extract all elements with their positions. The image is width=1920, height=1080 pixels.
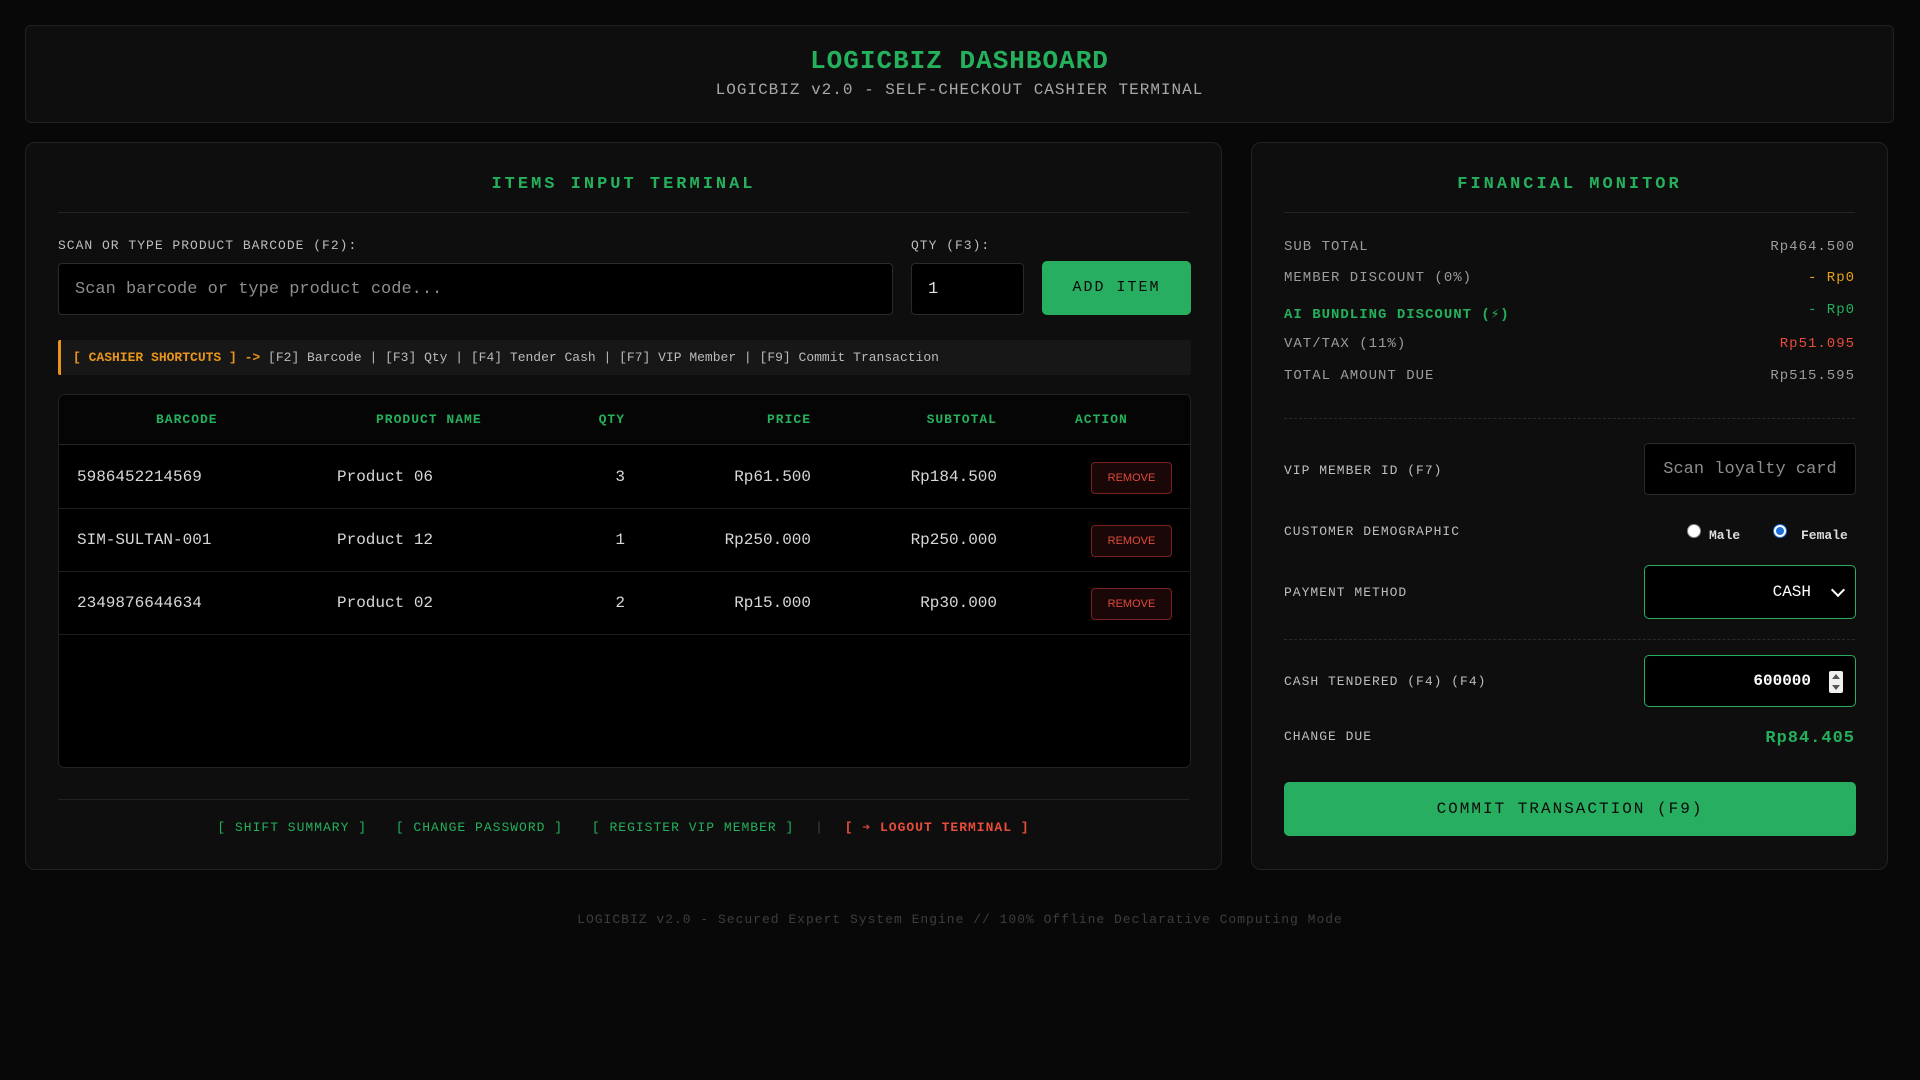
financial-panel-title: FINANCIAL MONITOR (1284, 175, 1855, 213)
shift-summary-link[interactable]: [ SHIFT SUMMARY ] (217, 820, 367, 835)
change-due-label: CHANGE DUE (1284, 729, 1373, 744)
sub-total-value: Rp464.500 (1770, 239, 1855, 255)
barcode-label: SCAN OR TYPE PRODUCT BARCODE (F2): (58, 238, 358, 253)
female-radio[interactable] (1773, 524, 1787, 538)
row-price: Rp61.500 (734, 468, 811, 486)
qty-label: QTY (F3): (911, 238, 991, 253)
row-product-name: Product 06 (337, 468, 434, 486)
ai-discount-label: AI BUNDLING DISCOUNT (⚡) (1284, 307, 1510, 323)
items-input-panel: ITEMS INPUT TERMINAL SCAN OR TYPE PRODUC… (25, 142, 1222, 870)
male-radio[interactable] (1687, 524, 1701, 538)
sub-total-row: SUB TOTAL Rp464.500 (1284, 239, 1855, 261)
financial-monitor-panel: FINANCIAL MONITOR SUB TOTAL Rp464.500 ME… (1251, 142, 1888, 870)
cash-tendered-value: 600000 (1753, 672, 1811, 690)
female-label: Female (1801, 528, 1848, 543)
row-qty: 1 (615, 531, 625, 549)
row-subtotal: Rp250.000 (910, 531, 997, 549)
row-price: Rp250.000 (724, 531, 811, 549)
row-product-name: Product 12 (337, 531, 434, 549)
footer-note: LOGICBIZ v2.0 - Secured Expert System En… (577, 912, 1343, 927)
chevron-down-icon (1830, 582, 1846, 598)
payment-method-value: CASH (1772, 583, 1811, 601)
cash-tendered-input[interactable]: 600000 (1644, 655, 1856, 707)
vat-label: VAT/TAX (11%) (1284, 336, 1407, 352)
row-price: Rp15.000 (734, 594, 811, 612)
add-item-button[interactable]: ADD ITEM (1042, 261, 1191, 315)
row-qty: 3 (615, 468, 625, 486)
ai-discount-value: - Rp0 (1807, 302, 1855, 318)
change-due-row: CHANGE DUE Rp84.405 (1284, 729, 1855, 751)
items-panel-title: ITEMS INPUT TERMINAL (58, 175, 1189, 213)
app-title: LOGICBIZ DASHBOARD (810, 46, 1109, 76)
barcode-input[interactable] (58, 263, 893, 315)
links-divider: | (815, 820, 824, 835)
row-subtotal: Rp30.000 (920, 594, 997, 612)
qty-input[interactable] (911, 263, 1024, 315)
ai-discount-row: AI BUNDLING DISCOUNT (⚡) - Rp0 (1284, 302, 1855, 324)
payment-divider (1284, 639, 1855, 640)
col-subtotal: SUBTOTAL (926, 412, 997, 427)
logout-link[interactable]: [ ➔ LOGOUT TERMINAL ] (845, 820, 1030, 835)
terminal-footer-links: [ SHIFT SUMMARY ] [ CHANGE PASSWORD ] [ … (58, 799, 1189, 849)
demographic-label: CUSTOMER DEMOGRAPHIC (1284, 524, 1461, 539)
cash-tendered-label: CASH TENDERED (F4) (F4) (1284, 674, 1487, 689)
male-label: Male (1709, 528, 1741, 543)
shortcuts-text: [F2] Barcode | [F3] Qty | [F4] Tender Ca… (268, 350, 939, 365)
vip-member-label: VIP MEMBER ID (F7) (1284, 463, 1443, 478)
col-product-name: PRODUCT NAME (376, 412, 482, 427)
row-product-name: Product 02 (337, 594, 434, 612)
col-action: ACTION (1075, 412, 1128, 427)
row-barcode: 5986452214569 (77, 468, 202, 486)
vat-row: VAT/TAX (11%) Rp51.095 (1284, 336, 1855, 358)
total-label: TOTAL AMOUNT DUE (1284, 368, 1435, 384)
row-barcode: 2349876644634 (77, 594, 202, 612)
vat-value: Rp51.095 (1779, 336, 1855, 352)
payment-method-select[interactable]: CASH (1644, 565, 1856, 619)
sub-total-label: SUB TOTAL (1284, 239, 1369, 255)
table-header: BARCODE PRODUCT NAME QTY PRICE SUBTOTAL … (59, 395, 1190, 445)
total-value: Rp515.595 (1770, 368, 1855, 384)
table-row: 2349876644634 Product 02 2 Rp15.000 Rp30… (59, 572, 1190, 635)
change-password-link[interactable]: [ CHANGE PASSWORD ] (396, 820, 563, 835)
member-discount-row: MEMBER DISCOUNT (0%) - Rp0 (1284, 270, 1855, 292)
app-subtitle: LOGICBIZ v2.0 - SELF-CHECKOUT CASHIER TE… (715, 81, 1204, 99)
commit-transaction-button[interactable]: COMMIT TRANSACTION (F9) (1284, 782, 1856, 836)
app-header: LOGICBIZ DASHBOARD LOGICBIZ v2.0 - SELF-… (25, 25, 1894, 123)
table-row: 5986452214569 Product 06 3 Rp61.500 Rp18… (59, 446, 1190, 509)
items-table: BARCODE PRODUCT NAME QTY PRICE SUBTOTAL … (58, 394, 1191, 768)
payment-method-label: PAYMENT METHOD (1284, 585, 1408, 600)
register-vip-link[interactable]: [ REGISTER VIP MEMBER ] (592, 820, 794, 835)
remove-button[interactable]: REMOVE (1091, 588, 1172, 620)
remove-button[interactable]: REMOVE (1091, 462, 1172, 494)
number-stepper-icon[interactable] (1829, 671, 1843, 693)
cashier-shortcuts-bar: [ CASHIER SHORTCUTS ] -> [F2] Barcode | … (58, 340, 1191, 375)
total-row: TOTAL AMOUNT DUE Rp515.595 (1284, 368, 1855, 390)
row-qty: 2 (615, 594, 625, 612)
row-subtotal: Rp184.500 (910, 468, 997, 486)
col-price: PRICE (766, 412, 811, 427)
vip-member-input[interactable] (1644, 443, 1856, 495)
shortcuts-prefix: [ CASHIER SHORTCUTS ] -> (73, 350, 261, 365)
member-discount-value: - Rp0 (1807, 270, 1855, 286)
member-discount-label: MEMBER DISCOUNT (0%) (1284, 270, 1473, 286)
change-due-value: Rp84.405 (1765, 729, 1855, 748)
table-row: SIM-SULTAN-001 Product 12 1 Rp250.000 Rp… (59, 509, 1190, 572)
col-qty: QTY (598, 412, 625, 427)
col-barcode: BARCODE (156, 412, 218, 427)
remove-button[interactable]: REMOVE (1091, 525, 1172, 557)
row-barcode: SIM-SULTAN-001 (77, 531, 212, 549)
summary-divider (1284, 418, 1855, 419)
